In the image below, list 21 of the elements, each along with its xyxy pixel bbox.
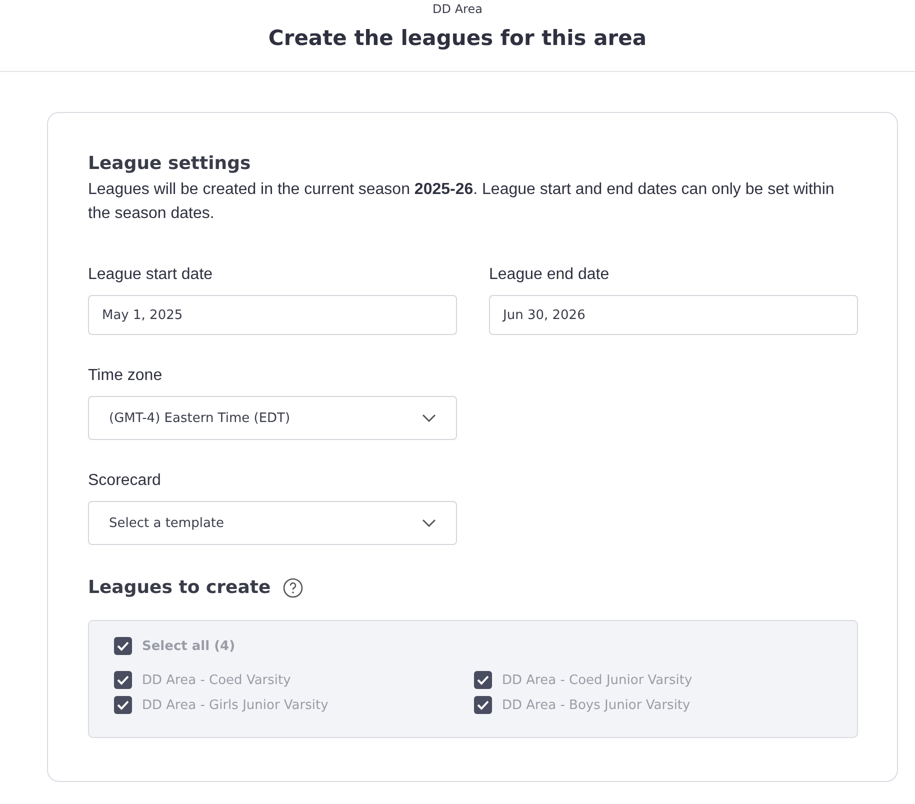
field-label: League end date [489, 266, 610, 284]
end-date-field[interactable]: Jun 30, 2026 [489, 295, 858, 335]
scorecard-dropdown[interactable]: Select a template [88, 501, 457, 545]
chevron-down-icon [422, 519, 436, 527]
field-label: League start date [88, 266, 214, 284]
page-title: Create the leagues for this area [268, 26, 647, 50]
checkbox-label: DD Area - Coed Junior Varsity [502, 672, 692, 688]
chevron-down-icon [422, 414, 436, 422]
field-label: Time zone [88, 367, 164, 385]
start-date-field[interactable]: May 1, 2025 [88, 295, 457, 335]
section-heading: Leagues to create [88, 577, 271, 598]
section-heading: League settings [88, 153, 251, 174]
checkbox-label: DD Area - Girls Junior Varsity [142, 698, 328, 712]
field-label: Scorecard [88, 472, 162, 490]
checkbox-label: DD Area - Coed Varsity [142, 672, 291, 688]
area-name: DD Area [432, 2, 482, 16]
help-icon[interactable] [282, 578, 303, 598]
checkbox-label: Select all (4) [142, 638, 236, 654]
description-text: Leagues will be created in the current season 2025-26. League start and end dates can only be set within the season dates. [88, 180, 836, 224]
time-zone-dropdown[interactable]: (GMT-4) Eastern Time (EDT) [88, 396, 457, 440]
checkbox-label: DD Area - Boys Junior Varsity [502, 698, 690, 712]
